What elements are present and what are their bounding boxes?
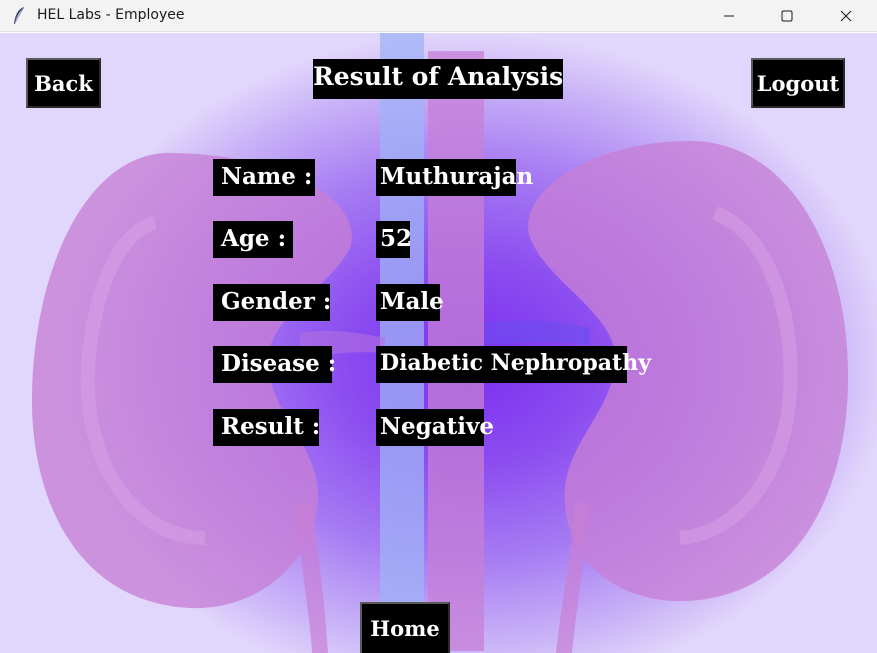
kidney-illustration <box>31 33 849 653</box>
home-button[interactable]: Home <box>360 602 450 653</box>
minimize-button[interactable] <box>700 0 758 32</box>
maximize-button[interactable] <box>758 0 816 32</box>
maximize-icon <box>781 10 793 22</box>
disease-value: Diabetic Nephropathy <box>376 346 651 383</box>
logout-button[interactable]: Logout <box>751 58 845 108</box>
window-title: HEL Labs - Employee <box>37 7 185 23</box>
close-icon <box>840 10 852 22</box>
back-button[interactable]: Back <box>26 58 101 108</box>
logout-button-label: Logout <box>756 70 840 96</box>
gender-value: Male <box>376 284 444 321</box>
age-label: Age : <box>213 221 293 258</box>
home-button-label: Home <box>370 616 440 641</box>
page-title: Result of Analysis <box>313 59 563 99</box>
feather-icon <box>14 6 25 24</box>
name-value: Muthurajan <box>376 159 533 196</box>
page-title-text: Result of Analysis <box>313 62 564 91</box>
title-bar: HEL Labs - Employee <box>0 0 877 32</box>
minimize-icon <box>724 15 734 17</box>
result-label: Result : <box>213 409 320 446</box>
gender-label: Gender : <box>213 284 331 321</box>
close-button[interactable] <box>817 0 875 32</box>
back-button-label: Back <box>34 70 93 96</box>
disease-label: Disease : <box>213 346 336 383</box>
name-label: Name : <box>213 159 315 196</box>
age-value: 52 <box>376 221 412 258</box>
result-value: Negative <box>376 409 494 446</box>
main-window: Back Result of Analysis Logout Name : Ag… <box>0 33 877 653</box>
